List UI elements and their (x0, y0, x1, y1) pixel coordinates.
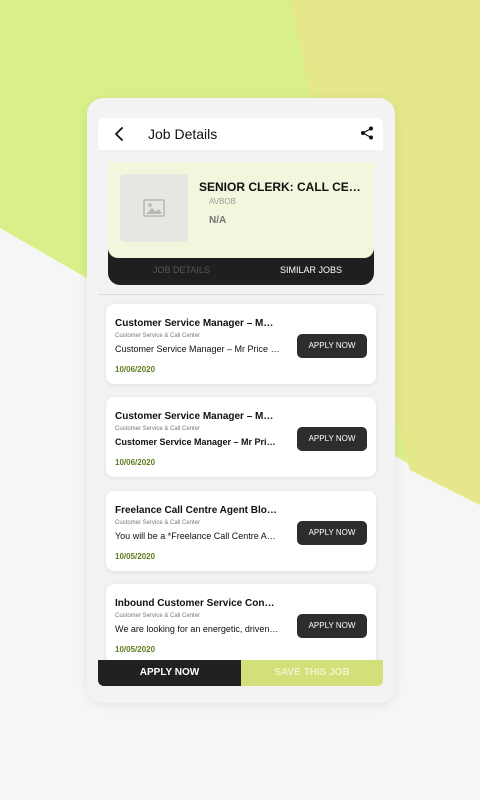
job-card-date: 10/06/2020 (115, 458, 156, 467)
apply-now-button[interactable]: APPLY NOW (297, 614, 367, 638)
image-placeholder-icon (143, 199, 165, 217)
job-title: SENIOR CLERK: CALL CENTRE (199, 180, 369, 194)
company-logo (120, 174, 188, 242)
job-card-title: Customer Service Manager – Mr Price Head… (115, 318, 277, 329)
job-card-date: 10/05/2020 (115, 645, 156, 654)
job-card[interactable]: Customer Service Manager – Mr Price Head… (106, 304, 376, 384)
job-card-category: Customer Service & Call Center (115, 613, 201, 619)
save-job-button[interactable]: SAVE THIS JOB (241, 660, 383, 686)
job-card-category: Customer Service & Call Center (115, 426, 201, 432)
bottom-action-bar: APPLY NOW SAVE THIS JOB (98, 660, 383, 686)
job-card-category: Customer Service & Call Center (115, 333, 201, 339)
job-card[interactable]: Freelance Call Centre Agent Bloemfontein… (106, 491, 376, 571)
job-card-title: Freelance Call Centre Agent Bloemfontein (115, 505, 277, 516)
job-card-description: You will be a *Freelance Call Centre Age… (115, 531, 280, 541)
job-card-description: Customer Service Manager – Mr Price Head… (115, 344, 280, 354)
apply-now-main-button[interactable]: APPLY NOW (98, 660, 241, 686)
chevron-left-icon[interactable] (112, 125, 126, 143)
apply-now-button[interactable]: APPLY NOW (297, 521, 367, 545)
apply-now-button[interactable]: APPLY NOW (297, 334, 367, 358)
divider (98, 294, 383, 295)
job-summary: SENIOR CLERK: CALL CENTRE AVBOB N/A (108, 162, 374, 258)
top-bar: Job Details (98, 118, 383, 150)
share-icon[interactable] (360, 126, 374, 140)
page-title: Job Details (148, 126, 218, 142)
job-card-date: 10/06/2020 (115, 365, 156, 374)
tab-similar-jobs[interactable]: SIMILAR JOBS (280, 265, 342, 275)
job-card-description: Customer Service Manager – Mr Price Head… (115, 437, 280, 447)
apply-now-button[interactable]: APPLY NOW (297, 427, 367, 451)
company-name: AVBOB (209, 197, 236, 206)
job-card-description: We are looking for an energetic, driven … (115, 624, 280, 634)
job-header-card: SENIOR CLERK: CALL CENTRE AVBOB N/A JOB … (108, 162, 374, 285)
tab-job-details[interactable]: JOB DETAILS (153, 265, 210, 275)
salary: N/A (209, 215, 227, 226)
job-card-title: Inbound Customer Service Consultant (115, 598, 277, 609)
job-card-title: Customer Service Manager – Mr Price Head… (115, 411, 277, 422)
job-card[interactable]: Customer Service Manager – Mr Price Head… (106, 397, 376, 477)
job-card-category: Customer Service & Call Center (115, 520, 201, 526)
job-card[interactable]: Inbound Customer Service Consultant Cust… (106, 584, 376, 664)
app-screen: Job Details SENIOR CLERK: CALL CENTRE AV… (98, 118, 383, 686)
job-card-date: 10/05/2020 (115, 552, 156, 561)
